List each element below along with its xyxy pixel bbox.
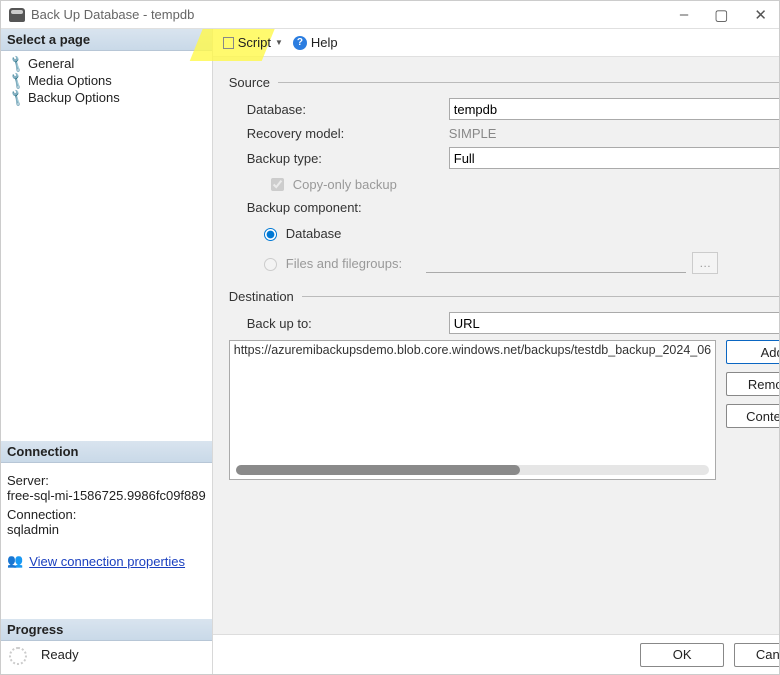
maximize-button[interactable]: ▢ (710, 6, 732, 24)
files-filegroups-field (426, 253, 686, 273)
progress-status: Ready (41, 647, 79, 662)
backup-type-select[interactable]: Full (449, 147, 779, 169)
select-page-header: Select a page (1, 29, 212, 51)
help-icon: ? (293, 36, 307, 50)
cancel-button[interactable]: Cancel (734, 643, 779, 667)
add-button[interactable]: Add (726, 340, 779, 364)
footer: OK Cancel (213, 634, 779, 674)
horizontal-scrollbar[interactable] (236, 465, 709, 475)
help-label: Help (311, 35, 338, 50)
ok-button[interactable]: OK (640, 643, 724, 667)
connection-block: Server: free-sql-mi-1586725.9986fc09f889… (1, 463, 212, 547)
page-nav: 🔧 General 🔧 Media Options 🔧 Backup Optio… (1, 51, 212, 114)
destination-header: Destination (229, 289, 294, 304)
connection-header: Connection (1, 441, 212, 463)
script-label: Script (238, 35, 271, 50)
radio-files-filegroups[interactable]: Files and filegroups: (229, 255, 402, 271)
divider (278, 82, 779, 83)
scrollbar-thumb[interactable] (236, 465, 520, 475)
backup-type-label: Backup type: (229, 151, 449, 166)
minimize-button[interactable]: – (676, 6, 692, 24)
backup-to-label: Back up to: (229, 316, 449, 331)
database-label: Database: (229, 102, 449, 117)
connection-label: Connection: (7, 507, 206, 522)
progress-block: Ready (1, 641, 212, 674)
page-label: General (28, 56, 74, 71)
progress-header: Progress (1, 619, 212, 641)
page-label: Backup Options (28, 90, 120, 105)
database-select[interactable]: tempdb (449, 98, 779, 120)
page-label: Media Options (28, 73, 112, 88)
recovery-model-label: Recovery model: (229, 126, 449, 141)
help-button[interactable]: ? Help (293, 35, 338, 50)
destination-entry[interactable]: https://azuremibackupsdemo.blob.core.win… (230, 341, 715, 359)
page-backup-options[interactable]: 🔧 Backup Options (1, 89, 212, 106)
radio-ff-label: Files and filegroups: (286, 256, 402, 271)
recovery-model-value: SIMPLE (449, 126, 779, 141)
server-value: free-sql-mi-1586725.9986fc09f889 (7, 488, 206, 503)
content: Source Database: tempdb Recovery model: … (213, 57, 779, 634)
wrench-icon: 🔧 (7, 71, 27, 91)
script-icon (223, 37, 234, 49)
chevron-down-icon: ▼ (275, 38, 283, 47)
page-media-options[interactable]: 🔧 Media Options (1, 72, 212, 89)
page-general[interactable]: 🔧 General (1, 55, 212, 72)
copy-only-check-input[interactable] (271, 178, 284, 191)
wrench-icon: 🔧 (7, 54, 27, 74)
sidebar: Select a page 🔧 General 🔧 Media Options … (1, 29, 213, 674)
main-pane: Script ▼ ? Help Source Database: (213, 29, 779, 674)
people-icon: 👥 (7, 553, 23, 569)
script-button[interactable]: Script ▼ (223, 35, 283, 50)
destination-list[interactable]: https://azuremibackupsdemo.blob.core.win… (229, 340, 716, 480)
copy-only-checkbox[interactable]: Copy-only backup (229, 175, 397, 194)
backup-component-label: Backup component: (229, 200, 449, 215)
copy-only-label: Copy-only backup (293, 177, 397, 192)
radio-database[interactable]: Database (229, 225, 342, 241)
source-header: Source (229, 75, 270, 90)
close-button[interactable]: ✕ (750, 6, 771, 24)
divider (302, 296, 779, 297)
window-title: Back Up Database - tempdb (31, 7, 194, 22)
wrench-icon: 🔧 (7, 88, 27, 108)
title-bar: Back Up Database - tempdb – ▢ ✕ (1, 1, 779, 29)
backup-dialog: Back Up Database - tempdb – ▢ ✕ Select a… (0, 0, 780, 675)
files-filegroups-browse-button[interactable]: … (692, 252, 718, 274)
server-label: Server: (7, 473, 206, 488)
radio-database-input[interactable] (264, 228, 277, 241)
backup-to-select[interactable]: URL (449, 312, 779, 334)
radio-ff-input[interactable] (264, 258, 277, 271)
radio-database-label: Database (286, 226, 342, 241)
contents-button[interactable]: Contents (726, 404, 779, 428)
view-connection-properties-link[interactable]: View connection properties (29, 554, 185, 569)
toolbar: Script ▼ ? Help (213, 29, 779, 57)
app-icon (9, 8, 25, 22)
connection-value: sqladmin (7, 522, 206, 537)
remove-button[interactable]: Remove (726, 372, 779, 396)
progress-spinner-icon (9, 647, 27, 665)
